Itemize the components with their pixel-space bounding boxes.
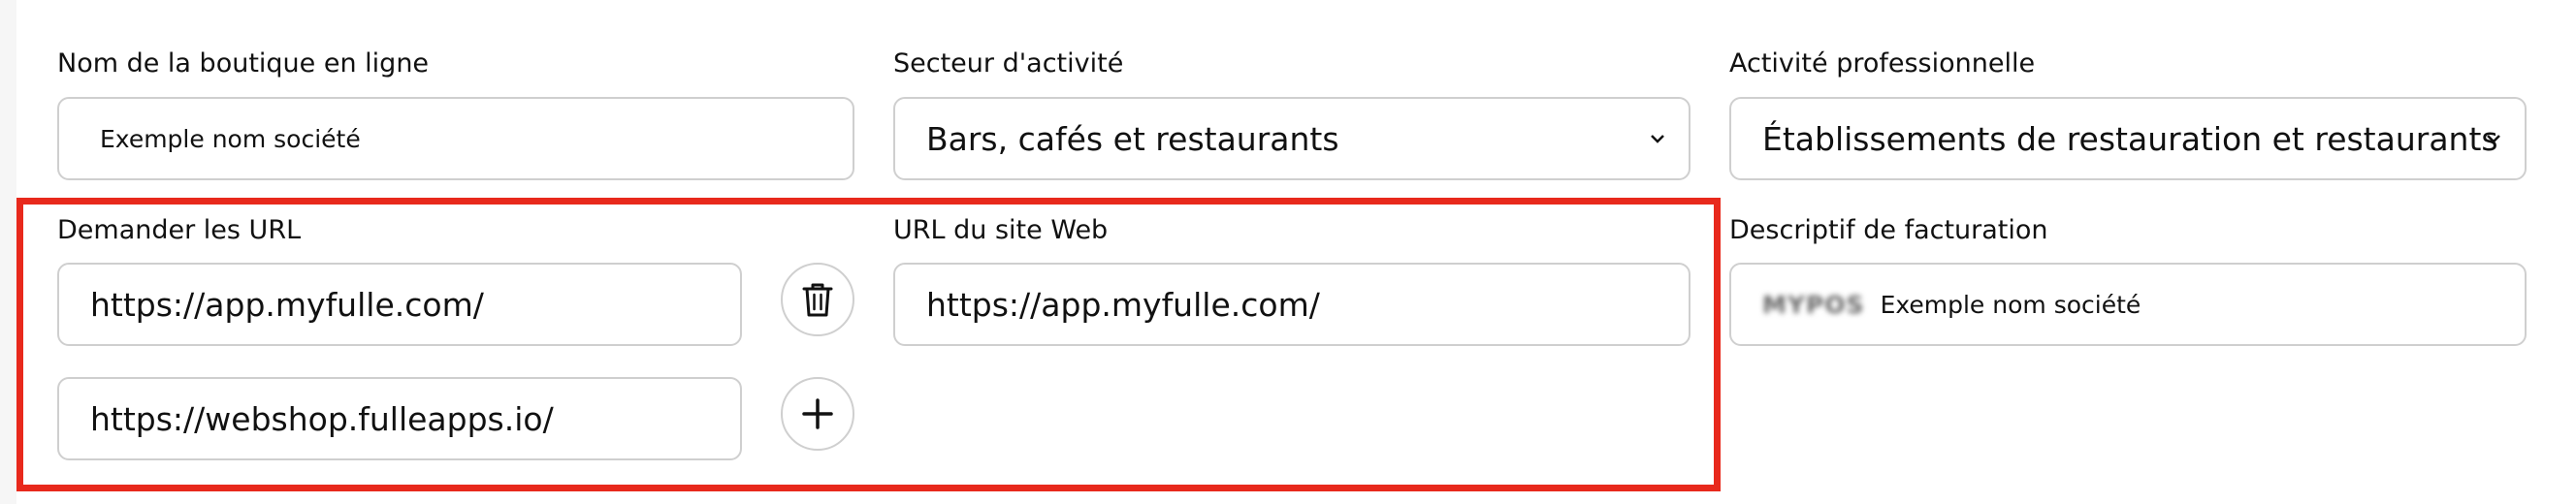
add-url-button[interactable] [781,377,854,451]
chevron-down-icon [2487,135,2500,143]
request-urls-label: Demander les URL [57,215,302,245]
website-url-value: https://app.myfulle.com/ [926,285,1320,324]
activity-value: Établissements de restauration et restau… [1762,119,2498,158]
activity-select[interactable]: Établissements de restauration et restau… [1729,97,2527,180]
billing-descriptor-prefix: MYPOS [1762,290,1865,319]
trash-icon [802,283,833,317]
chevron-down-icon [1651,135,1664,143]
sector-label: Secteur d'activité [893,48,1124,79]
request-url-value: https://app.myfulle.com/ [90,285,484,324]
shop-name-label: Nom de la boutique en ligne [57,48,430,79]
sector-select[interactable]: Bars, cafés et restaurants [893,97,1690,180]
shop-name-input[interactable]: Exemple nom société [57,97,854,180]
activity-label: Activité professionnelle [1729,48,2036,79]
billing-descriptor-label: Descriptif de facturation [1729,215,2048,245]
sector-value: Bars, cafés et restaurants [926,119,1339,158]
billing-descriptor-value: Exemple nom société [1880,290,2141,319]
remove-url-button[interactable] [781,263,854,336]
website-url-label: URL du site Web [893,215,1109,245]
request-url-input[interactable]: https://webshop.fulleapps.io/ [57,377,742,460]
plus-icon [802,398,833,429]
shop-name-value: Exemple nom société [100,124,361,153]
website-url-input[interactable]: https://app.myfulle.com/ [893,263,1690,346]
request-url-value: https://webshop.fulleapps.io/ [90,399,554,438]
request-url-input[interactable]: https://app.myfulle.com/ [57,263,742,346]
billing-descriptor-input[interactable]: MYPOS Exemple nom société [1729,263,2527,346]
